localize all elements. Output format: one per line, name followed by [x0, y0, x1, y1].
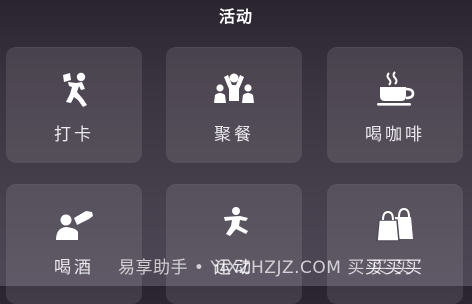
- group-gathering-icon: [212, 69, 256, 109]
- check-in-icon: [52, 69, 96, 109]
- activity-tile-shopping[interactable]: 买买买: [327, 184, 463, 304]
- exercise-icon: [212, 204, 256, 244]
- drinking-icon: [52, 204, 96, 244]
- activity-tile-group-meal[interactable]: 聚餐: [166, 47, 302, 163]
- activity-label: 打卡: [54, 125, 94, 145]
- activity-grid: 打卡 聚餐 喝咖啡 喝酒 运动 买买买: [0, 0, 472, 304]
- activity-tile-check-in[interactable]: 打卡: [6, 47, 142, 163]
- activity-tile-coffee[interactable]: 喝咖啡: [327, 47, 463, 163]
- activity-tile-exercise[interactable]: 运动: [166, 184, 302, 304]
- activity-tile-drinking[interactable]: 喝酒: [6, 184, 142, 304]
- activity-label: 聚餐: [214, 125, 254, 145]
- shopping-bags-icon: [373, 204, 417, 244]
- coffee-cup-icon: [373, 69, 417, 109]
- activity-label: 喝咖啡: [365, 125, 425, 145]
- watermark-text: 易享助手 • YIXZHZJZ.COM 买 买 买: [118, 258, 412, 278]
